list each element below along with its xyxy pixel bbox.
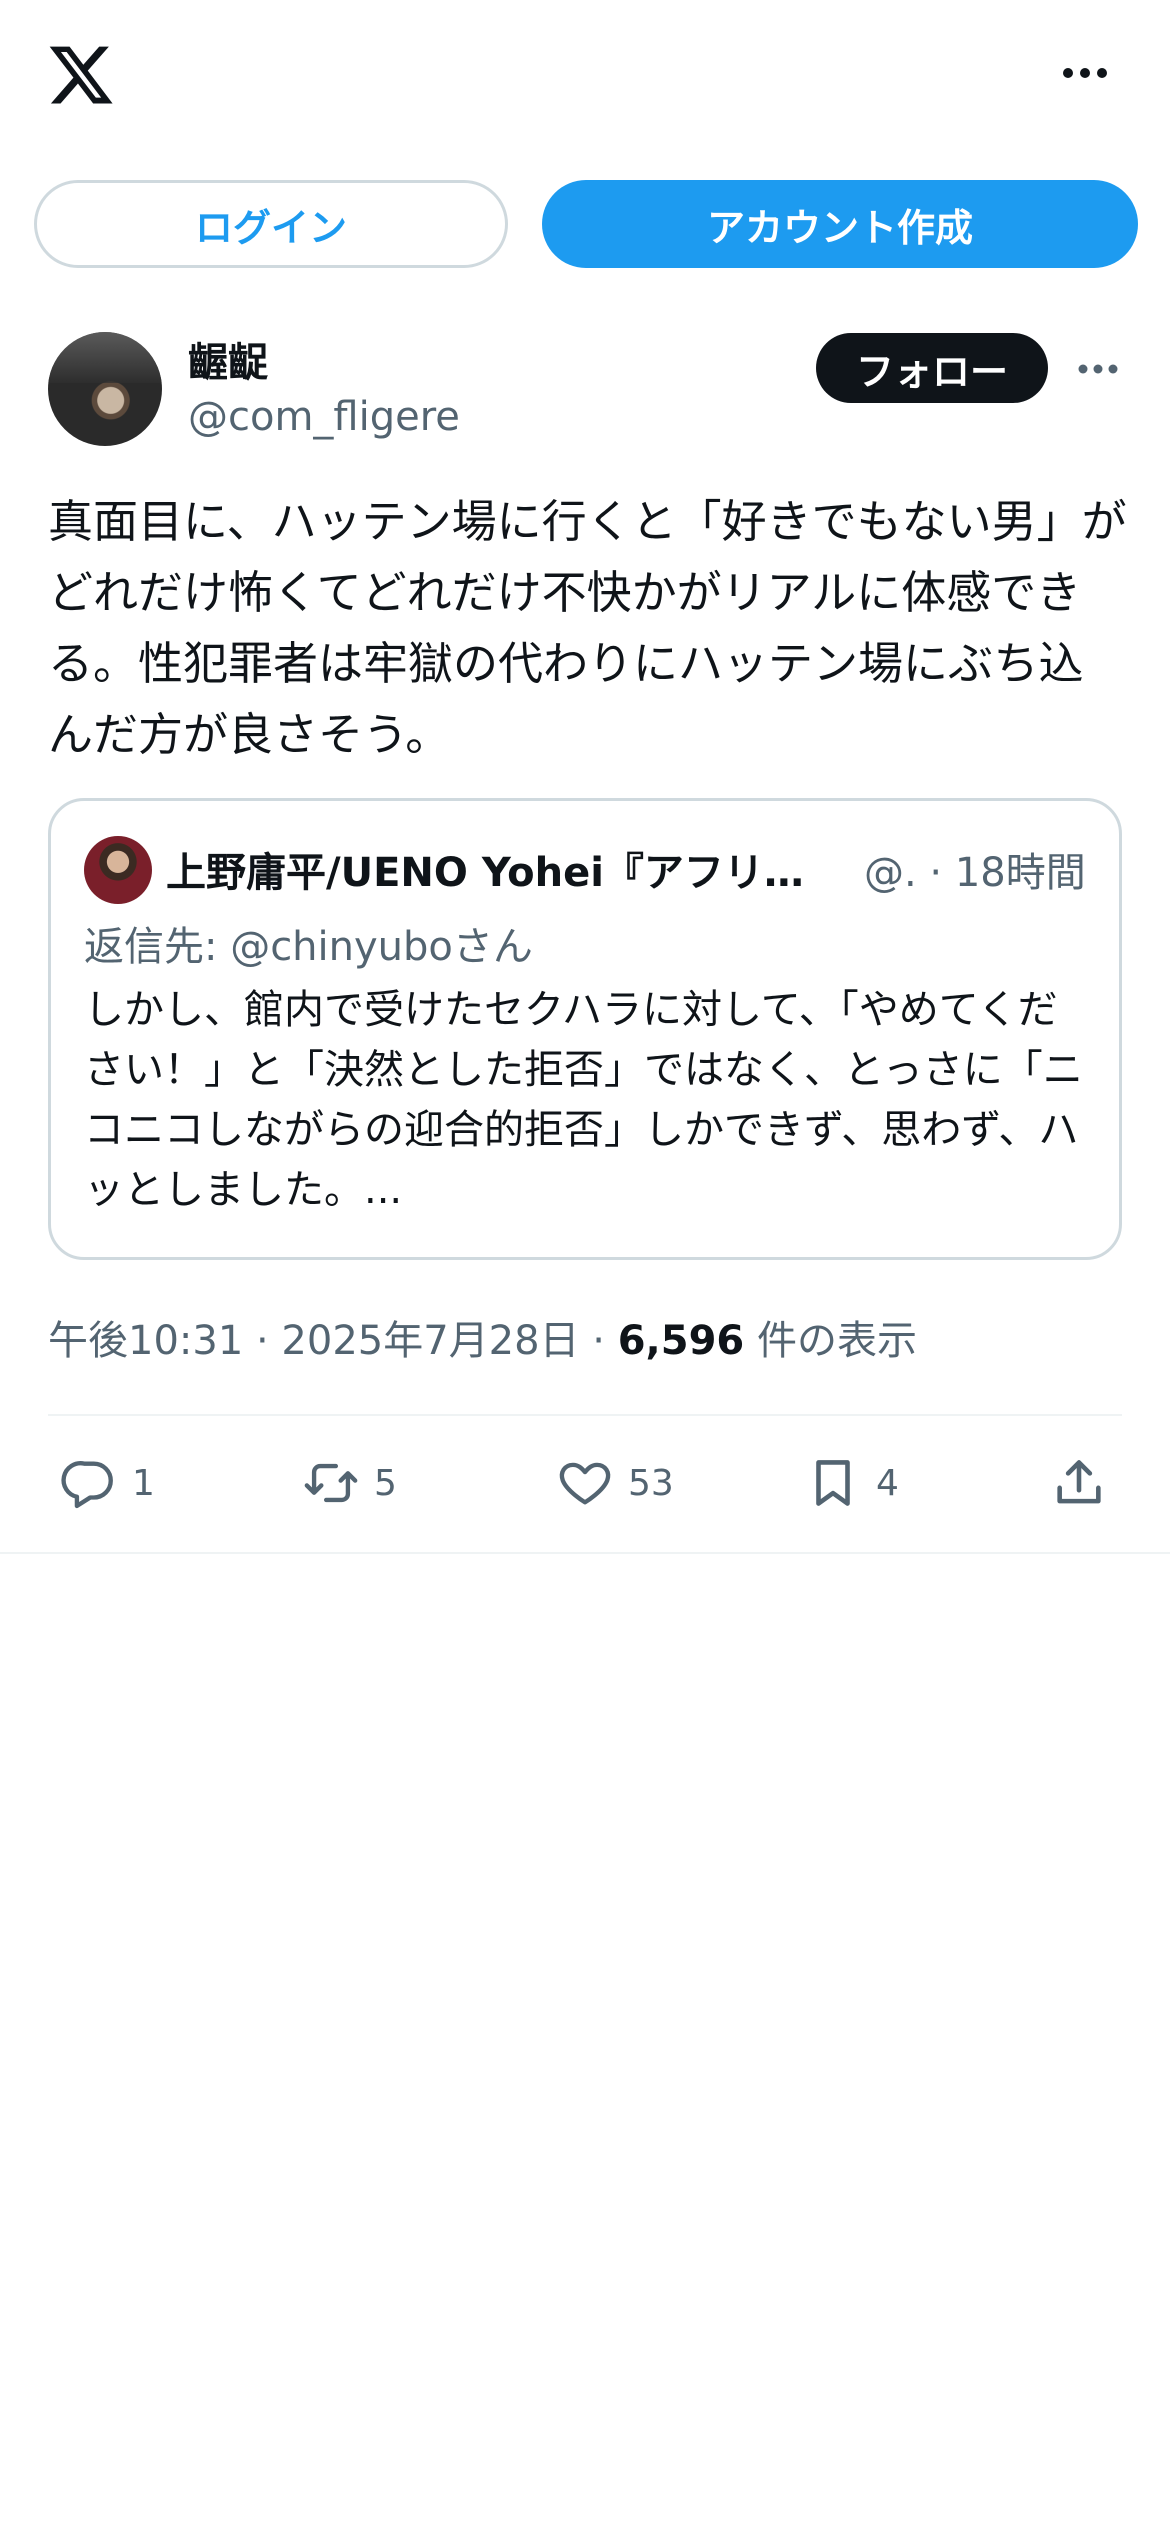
create-account-button[interactable]: アカウント作成 xyxy=(542,180,1138,268)
reply-button[interactable]: 1 xyxy=(60,1448,155,1518)
like-count: 53 xyxy=(628,1462,674,1504)
divider xyxy=(48,1414,1122,1416)
share-button[interactable] xyxy=(1050,1448,1108,1518)
x-logo-icon[interactable] xyxy=(46,40,116,110)
bookmark-icon xyxy=(816,1460,850,1506)
bookmark-button[interactable]: 4 xyxy=(804,1448,899,1518)
repost-button[interactable]: 5 xyxy=(302,1448,397,1518)
author-handle[interactable]: @com_fligere xyxy=(188,394,460,440)
follow-button[interactable]: フォロー xyxy=(816,333,1048,403)
quoted-tweet-text: しかし、館内で受けたセクハラに対して、「やめてください！」と「決然とした拒否」で… xyxy=(84,987,1083,1213)
more-horizontal-icon[interactable] xyxy=(1060,58,1110,88)
repost-icon xyxy=(304,1463,358,1503)
quoted-tweet-meta: @. · 18時間 xyxy=(864,850,1086,896)
login-button[interactable]: ログイン xyxy=(34,180,508,268)
quoted-author-avatar xyxy=(84,836,152,904)
author-avatar[interactable] xyxy=(48,332,162,446)
tweet-time-date[interactable]: 午後10:31 · 2025年7月28日 · xyxy=(48,1318,618,1364)
tweet-text: 真面目に、ハッテン場に行くと「好きでもない男」がどれだけ怖くてどれだけ不快かがリ… xyxy=(48,495,1127,761)
tweet-meta: 午後10:31 · 2025年7月28日 · 6,596 件の表示 xyxy=(48,1308,917,1366)
quoted-author-name: 上野庸平/UENO Yohei『アフリカ… xyxy=(166,850,842,896)
more-options-icon[interactable] xyxy=(1076,356,1120,382)
divider xyxy=(0,1552,1170,1554)
repost-count: 5 xyxy=(374,1462,397,1504)
like-button[interactable]: 53 xyxy=(556,1448,674,1518)
share-icon xyxy=(1057,1460,1101,1504)
bookmark-count: 4 xyxy=(876,1462,899,1504)
author-name[interactable]: 齷齪 xyxy=(188,330,268,388)
reply-icon xyxy=(61,1461,113,1509)
views-label: 件の表示 xyxy=(744,1318,917,1364)
reply-count: 1 xyxy=(132,1462,155,1504)
quoted-reply-to: 返信先: @chinyuboさん xyxy=(84,924,533,970)
heart-icon xyxy=(559,1462,611,1505)
views-count: 6,596 xyxy=(617,1318,745,1364)
